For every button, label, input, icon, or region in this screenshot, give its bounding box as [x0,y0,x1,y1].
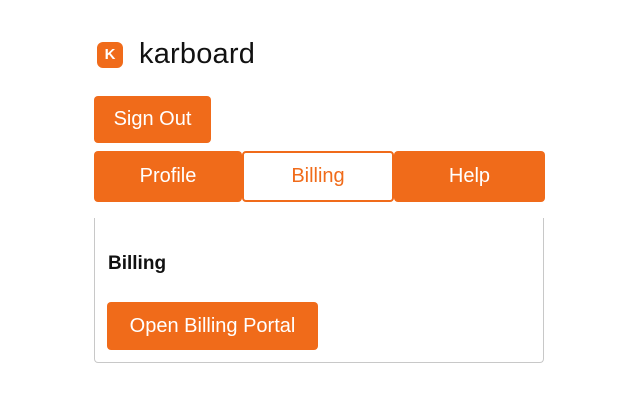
tab-billing[interactable]: Billing [242,151,394,202]
open-billing-portal-button[interactable]: Open Billing Portal [107,302,318,350]
sign-out-button[interactable]: Sign Out [94,96,211,143]
billing-panel: Billing Open Billing Portal [94,218,544,363]
tab-profile[interactable]: Profile [94,151,242,202]
panel-title: Billing [108,253,167,274]
app-root: K karboard Sign Out Profile Billing Help… [0,0,640,400]
karboard-logo-icon: K [97,41,123,68]
brand-header: K karboard [97,38,255,71]
tab-help[interactable]: Help [394,151,545,202]
brand-name: karboard [139,38,256,70]
tab-bar: Profile Billing Help [94,151,545,202]
